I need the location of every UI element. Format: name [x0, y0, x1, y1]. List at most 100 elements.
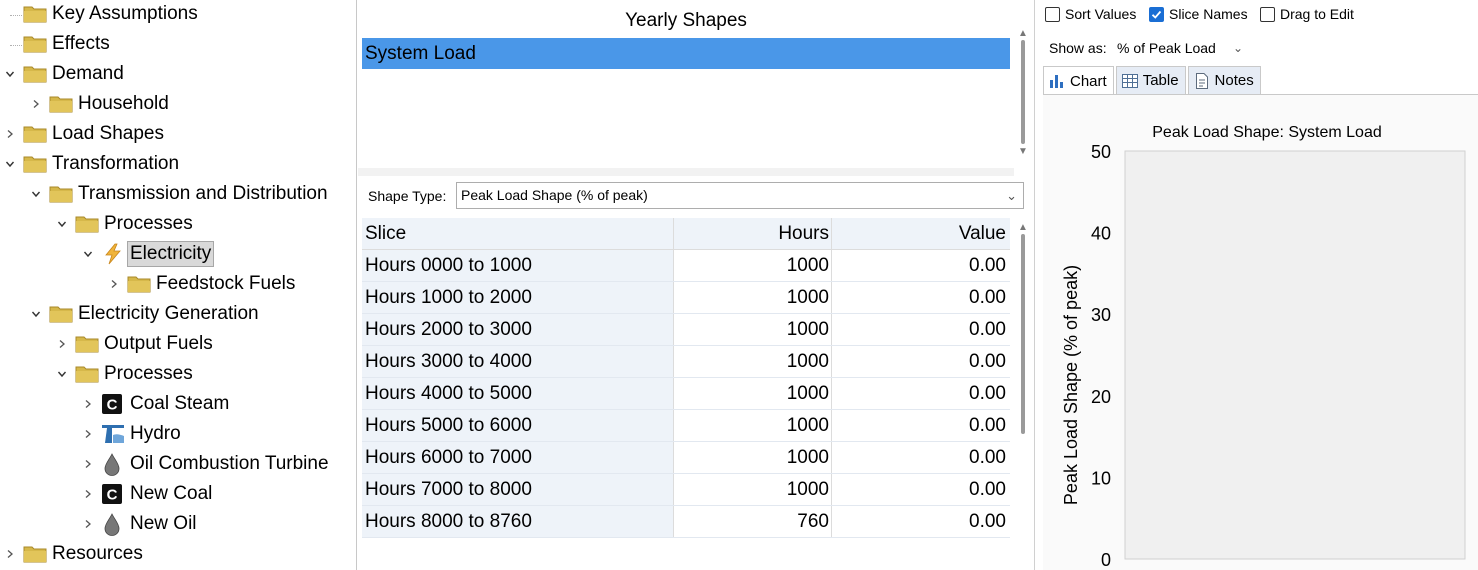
tree-item-electricity[interactable]: Electricity: [0, 240, 356, 268]
table-row[interactable]: Hours 5000 to 6000 1000 0.00: [362, 410, 1010, 442]
sort-values-checkbox[interactable]: Sort Values: [1045, 6, 1136, 22]
chevron-right-icon[interactable]: [56, 338, 68, 350]
show-as-select[interactable]: % of Peak Load ⌄: [1115, 36, 1245, 60]
scroll-up-icon[interactable]: ▲: [1016, 26, 1030, 40]
chevron-right-icon[interactable]: [30, 98, 42, 110]
value-cell[interactable]: 0.00: [832, 314, 1010, 345]
hours-cell[interactable]: 1000: [674, 250, 832, 281]
chevron-right-icon[interactable]: [108, 278, 120, 290]
chevron-right-icon[interactable]: [82, 488, 94, 500]
hours-cell[interactable]: 1000: [674, 314, 832, 345]
tree-item-household[interactable]: Household: [0, 90, 356, 118]
tree-item-resources[interactable]: Resources: [0, 540, 356, 568]
chevron-right-icon[interactable]: [82, 518, 94, 530]
hours-cell[interactable]: 1000: [674, 282, 832, 313]
chevron-down-icon[interactable]: [4, 68, 16, 80]
chevron-right-icon[interactable]: [82, 398, 94, 410]
chart-area[interactable]: Peak Load Shape: System Load 0 10 20 30 40 50 P…: [1043, 94, 1478, 570]
scroll-down-icon[interactable]: ▼: [1016, 144, 1030, 158]
tree-item-feedstock-fuels[interactable]: Feedstock Fuels: [0, 270, 356, 298]
tree-item-oil-combustion-turbine[interactable]: Oil Combustion Turbine: [0, 450, 356, 478]
column-header-value[interactable]: Value: [832, 218, 1010, 249]
chevron-right-icon[interactable]: [82, 428, 94, 440]
value-cell[interactable]: 0.00: [832, 282, 1010, 313]
tree-item-key-assumptions[interactable]: Key Assumptions: [0, 0, 356, 28]
tab-table[interactable]: Table: [1115, 66, 1186, 94]
tree-item-demand[interactable]: Demand: [0, 60, 356, 88]
chevron-right-icon[interactable]: [82, 458, 94, 470]
tree-item-load-shapes[interactable]: Load Shapes: [0, 120, 356, 148]
checkmark-icon[interactable]: [1149, 6, 1164, 22]
tab-notes[interactable]: Notes: [1187, 66, 1261, 94]
tree-item-processes[interactable]: Processes: [0, 210, 356, 238]
shape-type-select[interactable]: Peak Load Shape (% of peak) ⌄: [456, 182, 1024, 209]
table-row[interactable]: Hours 0000 to 1000 1000 0.00: [362, 250, 1010, 282]
hours-cell[interactable]: 1000: [674, 474, 832, 505]
tree-item-output-fuels[interactable]: Output Fuels: [0, 330, 356, 358]
table-row[interactable]: Hours 8000 to 8760 760 0.00: [362, 506, 1010, 538]
scroll-up-icon[interactable]: ▲: [1016, 220, 1030, 234]
tree-item-transmission-and-distribution[interactable]: Transmission and Distribution: [0, 180, 356, 208]
value-cell[interactable]: 0.00: [832, 506, 1010, 537]
scroll-thumb[interactable]: [1021, 40, 1025, 144]
table-row[interactable]: Hours 1000 to 2000 1000 0.00: [362, 282, 1010, 314]
project-tree[interactable]: Key Assumptions Effects Demand Household Loa…: [0, 0, 357, 570]
table-row[interactable]: Hours 4000 to 5000 1000 0.00: [362, 378, 1010, 410]
table-row[interactable]: Hours 7000 to 8000 1000 0.00: [362, 474, 1010, 506]
peak-load-chart[interactable]: Peak Load Shape: System Load 0 10 20 30 40 50 P…: [1043, 95, 1478, 570]
slice-names-checkbox[interactable]: Slice Names: [1149, 6, 1248, 22]
yearly-shapes-list[interactable]: System Load: [362, 38, 1010, 166]
value-cell[interactable]: 0.00: [832, 442, 1010, 473]
value-cell[interactable]: 0.00: [832, 378, 1010, 409]
tree-item-effects[interactable]: Effects: [0, 30, 356, 58]
folder-icon: [75, 364, 99, 384]
table-row[interactable]: Hours 2000 to 3000 1000 0.00: [362, 314, 1010, 346]
chevron-down-icon[interactable]: [56, 218, 68, 230]
checkbox-box[interactable]: [1260, 6, 1275, 22]
tree-item-label: Key Assumptions: [52, 3, 198, 24]
slice-names-label: Slice Names: [1169, 6, 1248, 22]
tree-item-electricity-generation[interactable]: Electricity Generation: [0, 300, 356, 328]
tab-chart[interactable]: Chart: [1043, 66, 1114, 95]
tree-item-hydro[interactable]: Hydro: [0, 420, 356, 448]
chevron-down-icon[interactable]: [30, 188, 42, 200]
slice-grid[interactable]: Slice Hours Value Hours 0000 to 1000 1000…: [362, 218, 1010, 540]
value-cell[interactable]: 0.00: [832, 474, 1010, 505]
value-cell[interactable]: 0.00: [832, 410, 1010, 441]
grid-scrollbar[interactable]: ▲: [1016, 220, 1030, 442]
chevron-down-icon[interactable]: [4, 158, 16, 170]
column-header-slice[interactable]: Slice: [362, 218, 674, 249]
tree-item-new-coal[interactable]: C New Coal: [0, 480, 356, 508]
value-cell[interactable]: 0.00: [832, 250, 1010, 281]
hours-cell[interactable]: 1000: [674, 378, 832, 409]
hours-cell[interactable]: 760: [674, 506, 832, 537]
drag-to-edit-checkbox[interactable]: Drag to Edit: [1260, 6, 1360, 22]
chevron-right-icon[interactable]: [4, 128, 16, 140]
hours-cell[interactable]: 1000: [674, 410, 832, 441]
chevron-down-icon[interactable]: [82, 248, 94, 260]
yearly-shape-item[interactable]: System Load: [362, 38, 1010, 69]
chevron-down-icon[interactable]: ⌄: [1006, 183, 1017, 208]
slice-cell: Hours 3000 to 4000: [362, 346, 674, 377]
hours-cell[interactable]: 1000: [674, 346, 832, 377]
tree-item-label: Coal Steam: [130, 393, 230, 414]
chevron-down-icon[interactable]: [30, 308, 42, 320]
value-cell[interactable]: 0.00: [832, 346, 1010, 377]
column-header-hours[interactable]: Hours: [674, 218, 832, 249]
table-row[interactable]: Hours 6000 to 7000 1000 0.00: [362, 442, 1010, 474]
chevron-right-icon[interactable]: [4, 548, 16, 560]
yearly-list-scrollbar[interactable]: ▲ ▼: [1016, 26, 1030, 166]
panel-separator[interactable]: [358, 168, 1014, 176]
slice-cell: Hours 8000 to 8760: [362, 506, 674, 537]
scroll-thumb[interactable]: [1021, 234, 1025, 434]
tree-item-new-oil[interactable]: New Oil: [0, 510, 356, 538]
tree-item-coal-steam[interactable]: C Coal Steam: [0, 390, 356, 418]
tree-item-transformation[interactable]: Transformation: [0, 150, 356, 178]
chevron-down-icon[interactable]: [56, 368, 68, 380]
chevron-down-icon[interactable]: ⌄: [1233, 36, 1243, 60]
tree-item-processes[interactable]: Processes: [0, 360, 356, 388]
table-row[interactable]: Hours 3000 to 4000 1000 0.00: [362, 346, 1010, 378]
checkbox-box[interactable]: [1045, 6, 1060, 22]
slice-cell: Hours 7000 to 8000: [362, 474, 674, 505]
hours-cell[interactable]: 1000: [674, 442, 832, 473]
